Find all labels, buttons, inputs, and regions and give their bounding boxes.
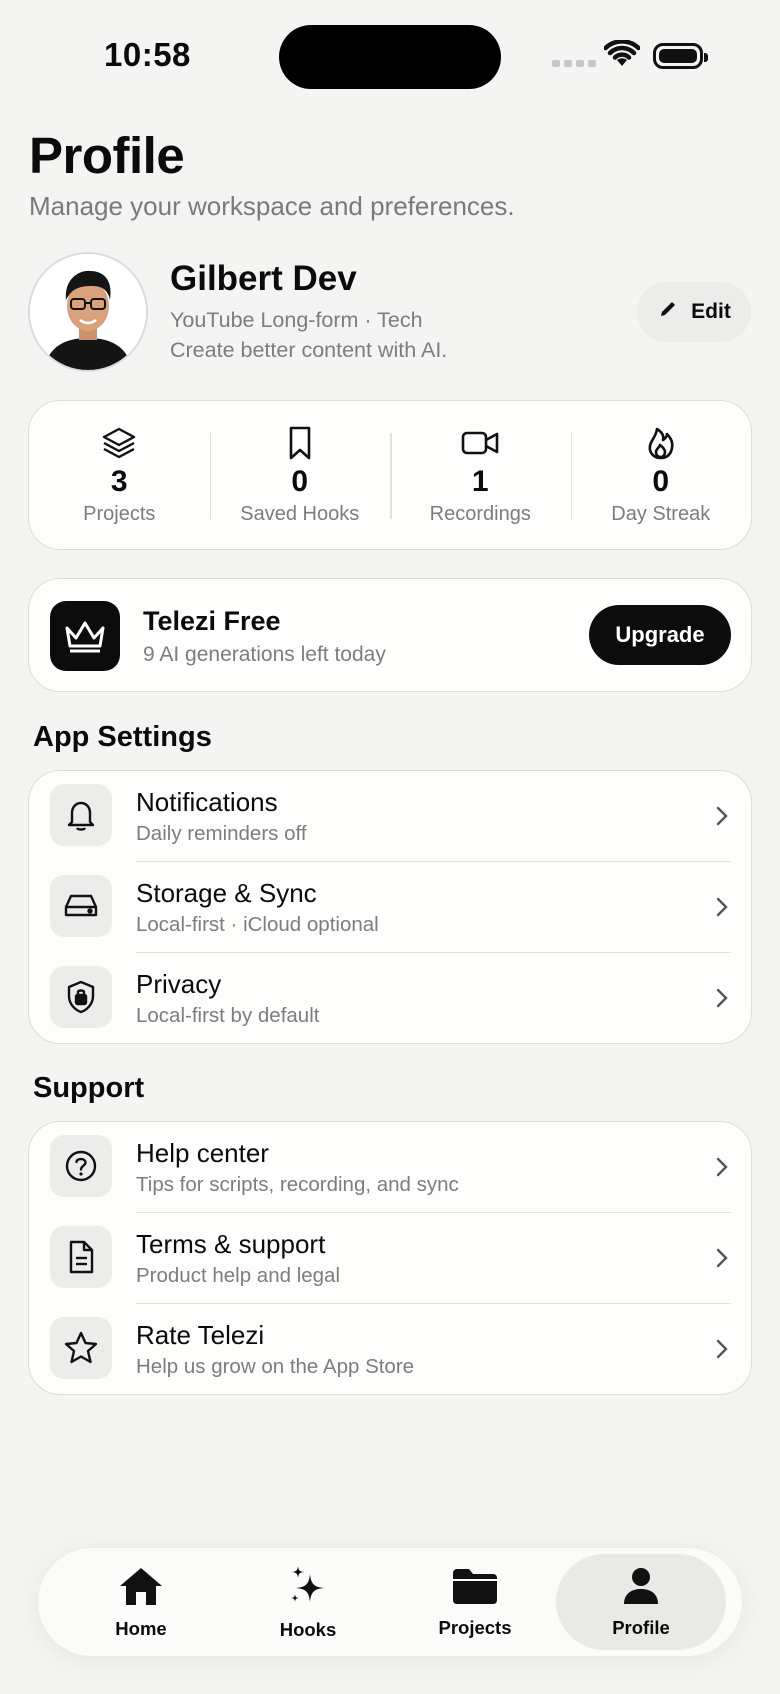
edit-label: Edit	[691, 300, 731, 323]
settings-row-storage-sync[interactable]: Storage & Sync Local-first · iCloud opti…	[29, 862, 751, 953]
stat-label: Recordings	[429, 503, 531, 525]
support-row-rate[interactable]: Rate Telezi Help us grow on the App Stor…	[29, 1304, 751, 1395]
home-icon	[117, 1565, 165, 1612]
tab-label: Hooks	[279, 1618, 337, 1640]
plan-name: Telezi Free	[143, 606, 281, 636]
page-subtitle: Manage your workspace and preferences.	[29, 191, 515, 221]
bookmark-icon	[286, 425, 314, 461]
flame-icon	[646, 425, 676, 461]
row-subtitle: Tips for scripts, recording, and sync	[136, 1173, 459, 1196]
document-icon	[50, 1226, 112, 1288]
wifi-icon	[603, 39, 641, 73]
stat-value: 1	[471, 465, 489, 498]
tab-label: Profile	[612, 1616, 670, 1638]
stat-label: Saved Hooks	[240, 503, 360, 525]
dynamic-island	[279, 25, 501, 89]
chevron-right-icon	[715, 987, 729, 1014]
row-title: Privacy	[136, 969, 222, 999]
row-title: Storage & Sync	[136, 878, 317, 908]
row-subtitle: Product help and legal	[136, 1264, 341, 1287]
row-subtitle: Help us grow on the App Store	[136, 1355, 415, 1378]
support-heading: Support	[33, 1072, 145, 1104]
support-row-help-center[interactable]: Help center Tips for scripts, recording,…	[29, 1122, 751, 1213]
edit-profile-button[interactable]: Edit	[637, 282, 751, 342]
shield-lock-icon	[50, 966, 112, 1028]
tab-home[interactable]: Home	[56, 1554, 226, 1650]
row-subtitle: Local-first by default	[136, 1004, 320, 1027]
drive-icon	[50, 875, 112, 937]
avatar[interactable]	[28, 252, 148, 372]
stat-value: 0	[291, 465, 309, 498]
row-title: Help center	[136, 1138, 269, 1168]
row-title: Notifications	[136, 787, 278, 817]
chevron-right-icon	[715, 896, 729, 923]
row-title: Terms & support	[136, 1229, 326, 1259]
app-settings-list: Notifications Daily reminders off Storag…	[28, 770, 752, 1044]
plan-remaining: 9 AI generations left today	[143, 643, 386, 666]
tab-projects[interactable]: Projects	[390, 1554, 560, 1650]
chevron-right-icon	[715, 1156, 729, 1183]
upgrade-button[interactable]: Upgrade	[589, 605, 731, 665]
stat-value: 0	[652, 465, 670, 498]
status-time: 10:58	[104, 36, 191, 73]
row-subtitle: Daily reminders off	[136, 822, 307, 845]
stat-saved-hooks[interactable]: 0 Saved Hooks	[209, 401, 391, 549]
support-list: Help center Tips for scripts, recording,…	[28, 1121, 752, 1395]
folder-icon	[451, 1566, 499, 1611]
tab-hooks[interactable]: Hooks	[223, 1554, 393, 1650]
stat-day-streak[interactable]: 0 Day Streak	[570, 401, 752, 549]
tab-label: Projects	[438, 1616, 512, 1638]
page-title: Profile	[29, 127, 185, 184]
stat-label: Day Streak	[611, 503, 711, 525]
app-settings-heading: App Settings	[33, 721, 212, 753]
stats-card: 3 Projects 0 Saved Hooks 1 Recordings 0 …	[28, 400, 752, 550]
tab-profile[interactable]: Profile	[556, 1554, 726, 1650]
stat-recordings[interactable]: 1 Recordings	[390, 401, 571, 549]
tab-bar: Home Hooks Projects Profile	[37, 1547, 743, 1657]
layers-icon	[101, 425, 137, 461]
cellular-signal-icon	[552, 60, 596, 67]
profile-name: Gilbert Dev	[170, 259, 357, 298]
profile-channel: YouTube Long-form · Tech	[170, 308, 423, 332]
tab-label: Home	[115, 1617, 167, 1639]
sparkles-icon	[286, 1564, 330, 1613]
person-icon	[621, 1566, 661, 1611]
chevron-right-icon	[715, 1338, 729, 1365]
support-row-terms[interactable]: Terms & support Product help and legal	[29, 1213, 751, 1304]
battery-icon	[653, 43, 708, 69]
crown-icon	[50, 601, 120, 671]
stat-projects[interactable]: 3 Projects	[29, 401, 210, 549]
stat-value: 3	[110, 465, 128, 498]
pencil-icon	[657, 298, 679, 326]
settings-row-privacy[interactable]: Privacy Local-first by default	[29, 953, 751, 1044]
stat-label: Projects	[83, 503, 156, 525]
video-icon	[460, 425, 500, 461]
question-icon	[50, 1135, 112, 1197]
bell-icon	[50, 784, 112, 846]
plan-card: Telezi Free 9 AI generations left today …	[28, 578, 752, 692]
row-subtitle: Local-first · iCloud optional	[136, 913, 379, 936]
chevron-right-icon	[715, 805, 729, 832]
row-title: Rate Telezi	[136, 1320, 265, 1350]
profile-tagline: Create better content with AI.	[170, 338, 448, 362]
star-icon	[50, 1317, 112, 1379]
settings-row-notifications[interactable]: Notifications Daily reminders off	[29, 771, 751, 862]
chevron-right-icon	[715, 1247, 729, 1274]
